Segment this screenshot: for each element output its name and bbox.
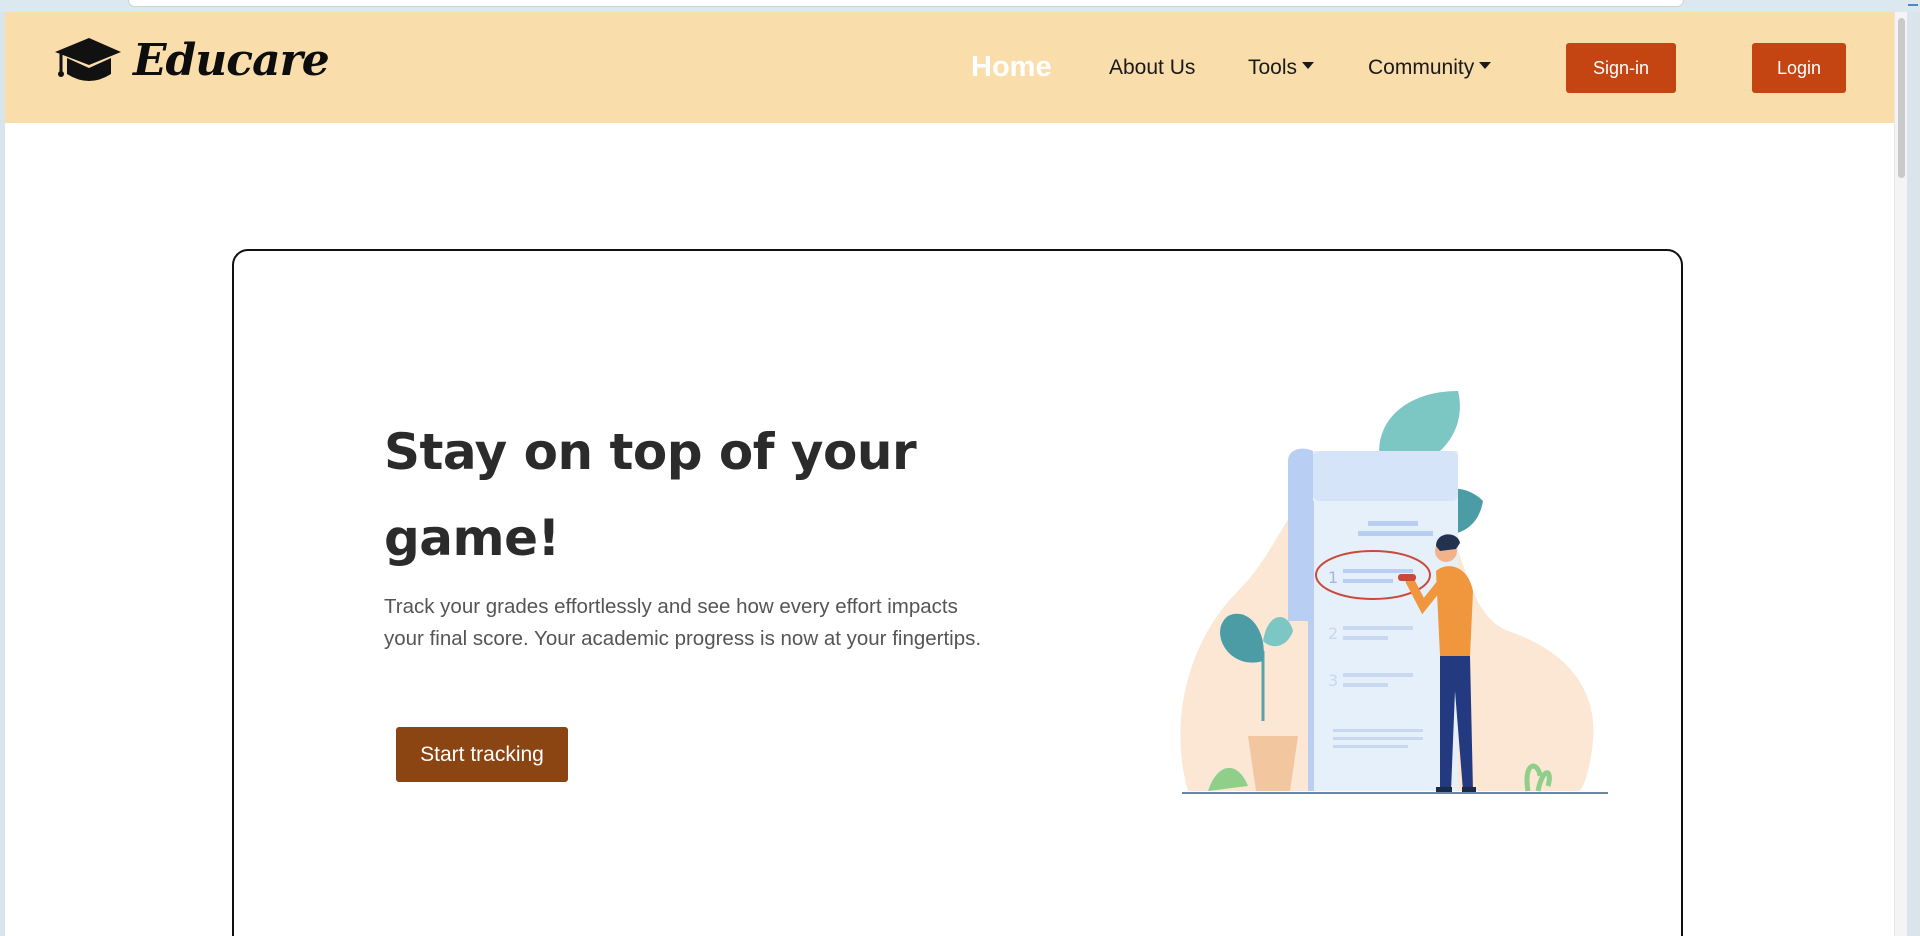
nav-community-label: Community [1368,55,1475,79]
brand-logo[interactable]: Educare [53,30,330,90]
start-tracking-button[interactable]: Start tracking [396,727,568,782]
caret-down-icon [1479,62,1492,69]
hero-title: Stay on top of your game! [384,423,917,567]
nav-home-label: Home [971,51,1052,83]
nav-about-link[interactable]: About Us [1109,12,1195,123]
web-page: Educare Home About Us Tools Community Si… [5,12,1907,936]
hero-description: Track your grades effortlessly and see h… [384,595,982,650]
scrollbar-thumb[interactable] [1898,18,1905,178]
hero-card: Stay on top of your game! Track your gra… [232,249,1683,936]
browser-address-bar[interactable] [128,0,1684,7]
nav-community-dropdown[interactable]: Community [1368,12,1492,123]
nav-about-label: About Us [1109,55,1196,79]
nav-home-link[interactable]: Home [971,12,1052,123]
nav-tools-dropdown[interactable]: Tools [1248,12,1315,123]
caret-down-icon [1302,62,1315,69]
list-number-3: 3 [1328,671,1338,690]
page-scrollbar[interactable] [1894,12,1907,936]
graduation-cap-icon [55,38,121,81]
list-number-2: 2 [1328,624,1338,643]
browser-corner-icon [1908,0,1918,6]
site-header: Educare Home About Us Tools Community Si… [5,12,1907,123]
nav-tools-label: Tools [1248,55,1298,79]
signin-button[interactable]: Sign-in [1566,43,1676,93]
login-button[interactable]: Login [1752,43,1846,93]
list-number-1: 1 [1328,568,1338,587]
brand-name: Educare [133,34,330,86]
person-checklist-illustration: 1 2 3 [1180,391,1608,794]
